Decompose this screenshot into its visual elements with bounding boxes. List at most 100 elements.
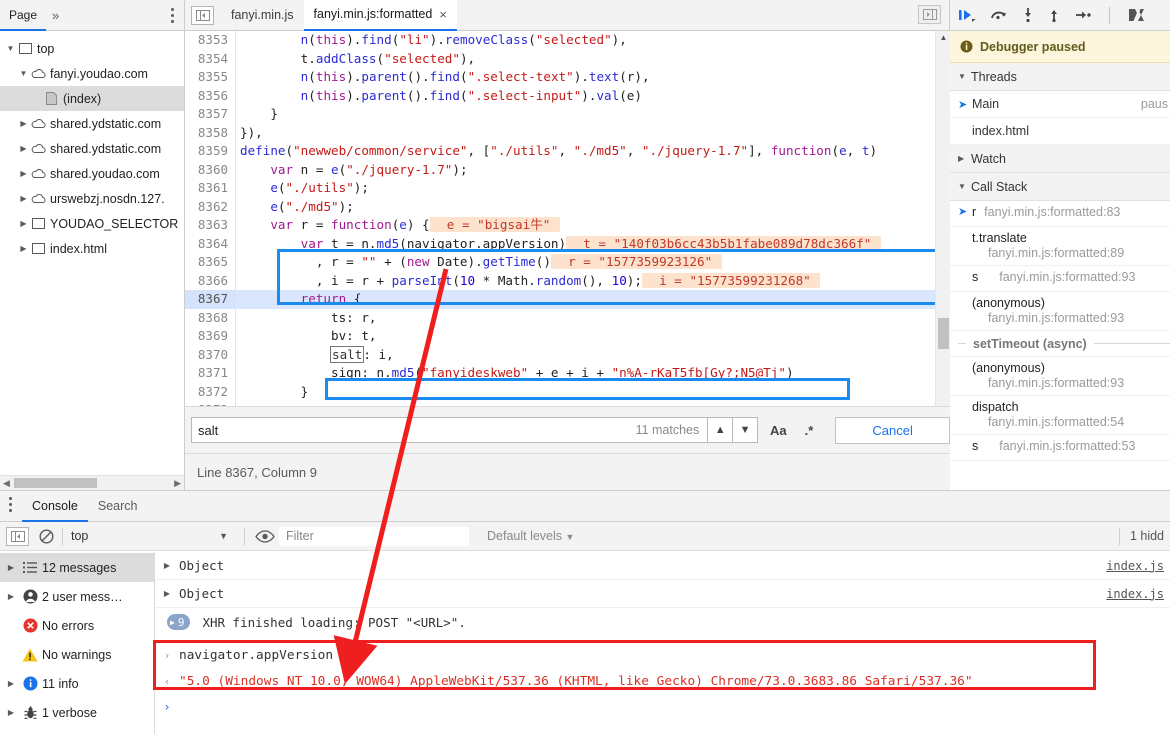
console-message-object[interactable]: ▶ Object index.js	[155, 580, 1170, 608]
line-number[interactable]: 8359	[185, 142, 235, 161]
section-threads[interactable]: ▼ Threads	[950, 63, 1170, 91]
tree-row[interactable]: ▶ index.html	[0, 236, 184, 261]
tree-row[interactable]: ▶ shared.ydstatic.com	[0, 136, 184, 161]
line-number[interactable]: 8357	[185, 105, 235, 124]
thread-row-index-html[interactable]: index.html	[950, 118, 1170, 145]
search-next-button[interactable]: ▼	[733, 417, 758, 443]
code-line[interactable]: sign: n.md5("fanyideskweb" + e + i + "n%…	[236, 364, 935, 383]
code-line[interactable]: , r = "" + (new Date).getTime() r = "157…	[236, 253, 935, 272]
step-out-icon[interactable]	[1048, 7, 1060, 23]
sidebar-item-verbose[interactable]: ▶ 1 verbose	[0, 698, 154, 727]
line-number[interactable]: 8369	[185, 327, 235, 346]
call-stack-frame[interactable]: t.translate fanyi.min.js:formatted:89	[950, 227, 1170, 266]
twisty-down-icon[interactable]: ▼	[17, 61, 30, 86]
code-line[interactable]: bv: t,	[236, 327, 935, 346]
search-input[interactable]	[192, 422, 660, 439]
console-messages[interactable]: ▶ Object index.js ▶ Object index.js ▶ 9 …	[155, 552, 1170, 734]
navigator-hscrollbar[interactable]: ◀ ▶	[0, 475, 184, 490]
match-case-button[interactable]: Aa	[770, 423, 787, 438]
cancel-button[interactable]: Cancel	[835, 417, 950, 444]
code-line[interactable]: }),	[236, 124, 935, 143]
console-message-object[interactable]: ▶ Object index.js	[155, 552, 1170, 580]
code-line[interactable]: }	[236, 105, 935, 124]
line-number[interactable]: 8360	[185, 161, 235, 180]
tab-page[interactable]: Page	[0, 0, 46, 31]
call-stack-frame[interactable]: s fanyi.min.js:formatted:53	[950, 435, 1170, 461]
scroll-left-icon[interactable]: ◀	[3, 478, 10, 488]
scroll-thumb[interactable]	[938, 318, 949, 349]
filter-input[interactable]: Filter	[279, 527, 469, 546]
sidebar-item-messages[interactable]: ▶ 12 messages	[0, 553, 154, 582]
console-message-xhr[interactable]: ▶ 9 XHR finished loading: POST "<URL>".	[155, 608, 1170, 636]
tree-row[interactable]: ▶ shared.ydstatic.com	[0, 111, 184, 136]
toggle-console-sidebar-icon[interactable]	[6, 527, 29, 546]
sidebar-item-user-messages[interactable]: ▶ 2 user mess…	[0, 582, 154, 611]
code-line[interactable]: e("./utils");	[236, 179, 935, 198]
thread-row-main[interactable]: ➤ Main paus	[950, 91, 1170, 118]
resume-icon[interactable]	[958, 7, 976, 23]
code-line[interactable]: define("newweb/common/service", ["./util…	[236, 142, 935, 161]
code-line[interactable]: var n = e("./jquery-1.7");	[236, 161, 935, 180]
line-number[interactable]: 8353	[185, 31, 235, 50]
code-line[interactable]: n(this).find("li").removeClass("selected…	[236, 31, 935, 50]
twisty-right-icon[interactable]: ▶	[17, 111, 30, 136]
code-line[interactable]: var t = n.md5(navigator.appVersion) t = …	[236, 235, 935, 254]
execution-context-selector[interactable]: top ▼	[71, 529, 236, 543]
navigator-menu-icon[interactable]	[171, 8, 174, 23]
code-line[interactable]: n(this).parent().find(".select-text").te…	[236, 68, 935, 87]
call-stack-frame[interactable]: (anonymous) fanyi.min.js:formatted:93	[950, 292, 1170, 331]
code-vscrollbar[interactable]: ▲ ▼	[935, 31, 950, 421]
tree-row[interactable]: ▶ shared.youdao.com	[0, 161, 184, 186]
step-into-icon[interactable]	[1022, 7, 1034, 23]
console-prompt[interactable]: ›	[155, 694, 1170, 720]
code-line[interactable]: return {	[236, 290, 935, 309]
search-field[interactable]: 11 matches	[191, 417, 708, 443]
line-number[interactable]: 8364	[185, 235, 235, 254]
scroll-right-icon[interactable]: ▶	[174, 478, 181, 488]
call-stack-frame[interactable]: (anonymous) fanyi.min.js:formatted:93	[950, 357, 1170, 396]
twisty-right-icon[interactable]: ▶	[17, 136, 30, 161]
code-viewport[interactable]: 8353835483558356835783588359836083618362…	[185, 31, 935, 421]
twisty-right-icon[interactable]: ▶	[17, 236, 30, 261]
line-number[interactable]: 8363	[185, 216, 235, 235]
code-line[interactable]: , i = r + parseInt(10 * Math.random(), 1…	[236, 272, 935, 291]
line-number[interactable]: 8362	[185, 198, 235, 217]
twisty-down-icon[interactable]: ▼	[958, 182, 971, 191]
code-line[interactable]: ts: r,	[236, 309, 935, 328]
line-number[interactable]: 8367	[185, 290, 235, 309]
show-navigator-icon[interactable]	[191, 6, 214, 25]
twisty-right-icon[interactable]: ▶	[155, 561, 179, 570]
twisty-right-icon[interactable]: ▶	[155, 589, 179, 598]
twisty-right-icon[interactable]: ▶	[17, 186, 30, 211]
tab-fanyi-min-js[interactable]: fanyi.min.js	[221, 0, 304, 31]
regex-button[interactable]: .*	[805, 423, 814, 438]
twisty-right-icon[interactable]: ▶	[4, 708, 18, 717]
call-stack-frame[interactable]: s fanyi.min.js:formatted:93	[950, 266, 1170, 292]
twisty-right-icon[interactable]: ▶	[17, 211, 30, 236]
line-number[interactable]: 8356	[185, 87, 235, 106]
line-number[interactable]: 8358	[185, 124, 235, 143]
search-prev-button[interactable]: ▲	[708, 417, 733, 443]
deactivate-breakpoints-icon[interactable]	[1127, 7, 1147, 23]
message-group-badge[interactable]: ▶ 9	[167, 614, 190, 630]
code-line[interactable]: var r = function(e) { e = "bigsai牛"	[236, 216, 935, 235]
tree-row[interactable]: ▶ urswebzj.nosdn.127.	[0, 186, 184, 211]
code-line[interactable]: t.addClass("selected"),	[236, 50, 935, 69]
line-number[interactable]: 8365	[185, 253, 235, 272]
call-stack-frame[interactable]: dispatch fanyi.min.js:formatted:54	[950, 396, 1170, 435]
sidebar-item-info[interactable]: ▶ 11 info	[0, 669, 154, 698]
line-number[interactable]: 8355	[185, 68, 235, 87]
live-expression-icon[interactable]	[255, 530, 275, 543]
more-tabs-icon[interactable]: »	[46, 8, 65, 23]
tab-search[interactable]: Search	[88, 491, 148, 522]
twisty-down-icon[interactable]: ▼	[958, 72, 971, 81]
section-watch[interactable]: ▶ Watch	[950, 145, 1170, 173]
line-number[interactable]: 8368	[185, 309, 235, 328]
message-source-link[interactable]: index.js	[1106, 587, 1164, 601]
log-levels-selector[interactable]: Default levels ▼	[487, 529, 574, 543]
line-number[interactable]: 8366	[185, 272, 235, 291]
twisty-right-icon[interactable]: ▶	[17, 161, 30, 186]
close-icon[interactable]: ×	[439, 0, 447, 30]
twisty-right-icon[interactable]: ▶	[4, 679, 18, 688]
twisty-down-icon[interactable]: ▼	[4, 36, 17, 61]
